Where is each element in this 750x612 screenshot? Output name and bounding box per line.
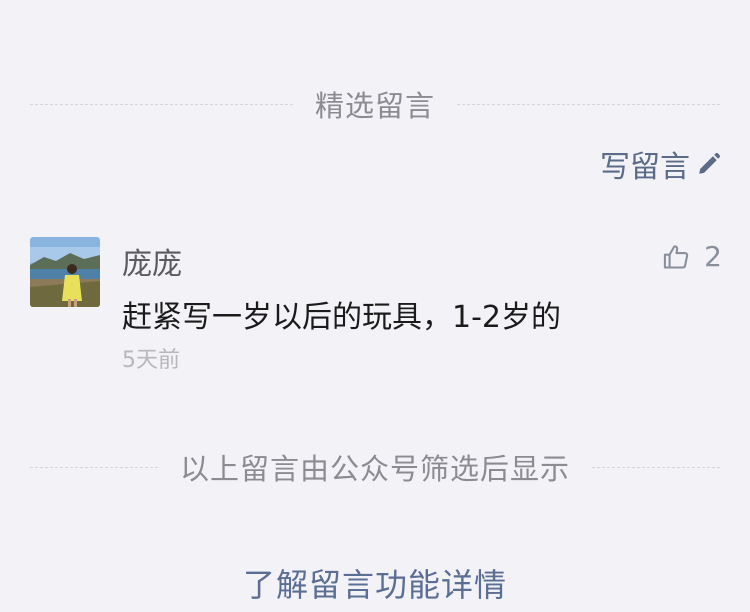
thumbs-up-icon xyxy=(664,244,689,269)
divider-line-left xyxy=(30,103,293,105)
like-count: 2 xyxy=(704,240,722,273)
write-comment-label: 写留言 xyxy=(600,150,690,185)
filter-note: 以上留言由公众号筛选后显示 xyxy=(180,452,571,486)
like-button[interactable]: 2 xyxy=(662,240,722,273)
filter-note-divider: 以上留言由公众号筛选后显示 xyxy=(30,447,721,487)
avatar[interactable] xyxy=(30,237,100,307)
divider-line-left xyxy=(30,466,158,468)
pencil-icon xyxy=(699,152,721,174)
comment-text: 赶紧写一岁以后的玩具，1-2岁的 xyxy=(122,300,561,335)
section-title: 精选留言 xyxy=(315,89,436,123)
commenter-name: 庞庞 xyxy=(122,247,182,282)
divider-line-right xyxy=(457,103,721,105)
divider-line-right xyxy=(592,466,721,468)
learn-more-link[interactable]: 了解留言功能详情 xyxy=(0,560,750,606)
section-header-divider: 精选留言 xyxy=(30,84,721,124)
write-comment-button[interactable]: 写留言 xyxy=(600,142,722,186)
comment-item: 庞庞 赶紧写一岁以后的玩具，1-2岁的 5天前 2 xyxy=(30,237,722,377)
comment-time: 5天前 xyxy=(122,348,180,373)
